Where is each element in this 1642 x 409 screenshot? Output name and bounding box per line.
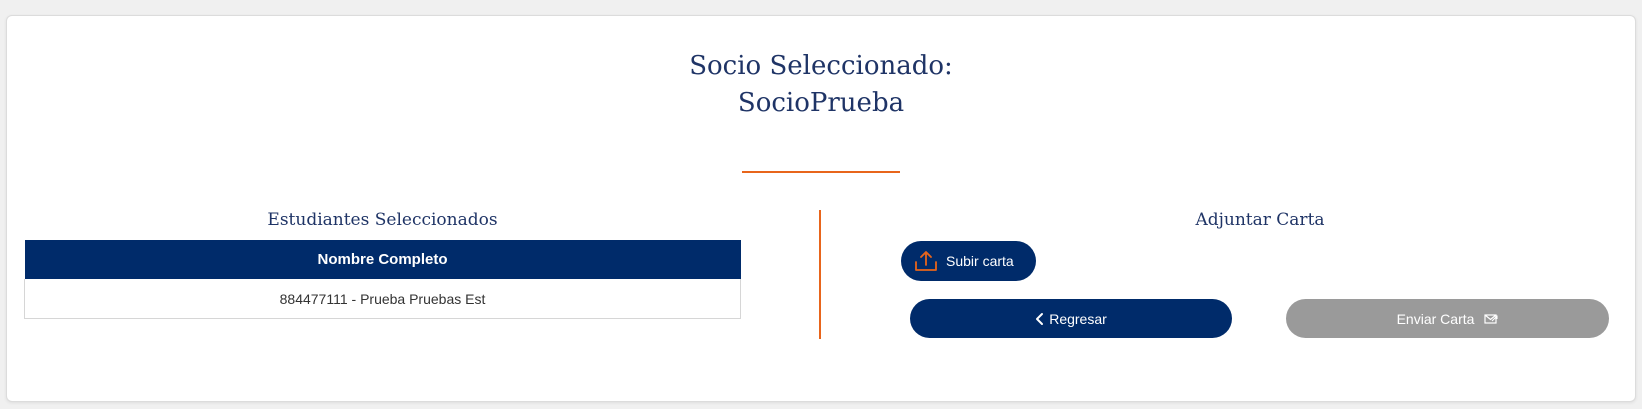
attach-section-title: Adjuntar Carta <box>1195 210 1325 230</box>
column-header-nombre: Nombre Completo <box>24 240 741 279</box>
students-section-title: Estudiantes Seleccionados <box>267 210 498 230</box>
send-button-label: Enviar Carta <box>1396 310 1475 327</box>
mail-send-icon <box>1484 313 1498 325</box>
upload-icon <box>914 250 938 272</box>
upload-letter-button[interactable]: Subir carta <box>901 241 1036 281</box>
back-button-label: Regresar <box>1049 310 1107 327</box>
title-divider <box>742 171 900 173</box>
selected-partner-name: SocioPrueba <box>737 88 905 118</box>
title-label: Socio Seleccionado: <box>689 51 953 81</box>
send-letter-button[interactable]: Enviar Carta <box>1286 299 1609 338</box>
table-header-row: Nombre Completo <box>24 240 741 279</box>
table-row: 884477111 - Prueba Pruebas Est <box>24 279 741 319</box>
section-divider <box>819 210 821 339</box>
upload-button-label: Subir carta <box>946 253 1014 269</box>
table-cell: 884477111 - Prueba Pruebas Est <box>24 279 741 319</box>
students-table: Nombre Completo 884477111 - Prueba Prueb… <box>24 240 741 319</box>
page-title: Socio Seleccionado: SocioPrueba <box>0 48 1642 122</box>
back-button[interactable]: Regresar <box>910 299 1232 338</box>
chevron-left-icon <box>1035 312 1045 326</box>
